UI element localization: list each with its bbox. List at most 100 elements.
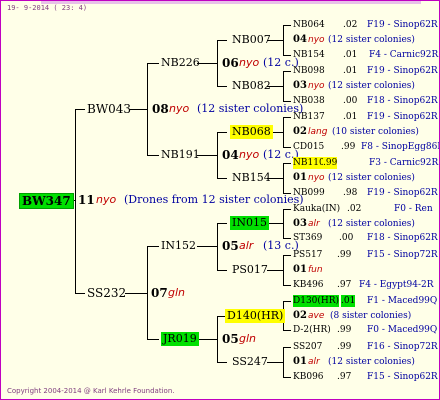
g4-row-val: .00 bbox=[339, 233, 354, 243]
node-nb068[interactable]: NB068 bbox=[230, 125, 273, 139]
connector bbox=[217, 40, 227, 41]
connector bbox=[283, 163, 291, 164]
g4-row-mark: nyo bbox=[308, 81, 325, 91]
g4-row-val: .01 bbox=[343, 66, 358, 76]
connector bbox=[283, 301, 291, 302]
g4-row-id[interactable]: Kauka(IN) bbox=[293, 203, 340, 215]
g4-row-mark: ave bbox=[308, 311, 325, 321]
node-d140hr[interactable]: D140(HR) bbox=[225, 309, 286, 323]
node-in152[interactable]: IN152 bbox=[161, 239, 196, 253]
in152-generation: 05 bbox=[222, 239, 239, 253]
g4-row-val: .98 bbox=[343, 188, 358, 198]
g4-row-note: (12 sister colonies) bbox=[328, 357, 415, 367]
g4-row-id[interactable]: NB038 bbox=[293, 95, 325, 107]
g4-row-gen: 03 bbox=[293, 80, 307, 91]
g4-row-val: .01 bbox=[343, 50, 358, 60]
g4-row-id[interactable]: NB098 bbox=[293, 65, 325, 77]
g4-row-note: (10 sister colonies) bbox=[332, 127, 419, 137]
g4-row-pid: F19 - Sinop62R bbox=[367, 66, 438, 76]
connector bbox=[283, 209, 284, 238]
g4-row-gen: 03 bbox=[293, 218, 307, 229]
connector bbox=[217, 86, 227, 87]
connector bbox=[197, 63, 217, 64]
nb191-generation: 04 bbox=[222, 148, 239, 162]
g4-row-id[interactable]: KB096 bbox=[293, 371, 324, 383]
connector bbox=[267, 362, 283, 363]
g4-row-val: .99 bbox=[337, 325, 352, 335]
connector bbox=[197, 339, 217, 340]
g4-row-id[interactable]: NB110 bbox=[293, 157, 325, 169]
connector bbox=[217, 132, 227, 133]
node-bw043[interactable]: BW043 bbox=[87, 102, 131, 116]
g4-row-pid: F16 - Sinop72R bbox=[367, 342, 438, 352]
node-nb082[interactable]: NB082 bbox=[232, 79, 271, 93]
g4-row-val: .97 bbox=[337, 372, 352, 382]
g4-row-note: (12 sister colonies) bbox=[328, 35, 415, 45]
nb226-generation: 06 bbox=[222, 56, 239, 70]
node-nb007[interactable]: NB007 bbox=[232, 33, 271, 47]
g4-row-pid: F8 - SinopEgg86R bbox=[361, 142, 440, 152]
g4-row-pid: F0 - Ren bbox=[394, 204, 433, 214]
g4-row-pid: F19 - Sinop62R bbox=[367, 20, 438, 30]
connector bbox=[283, 209, 291, 210]
node-jr019[interactable]: JR019 bbox=[161, 332, 199, 346]
g4-row-pid: F19 - Sinop62R bbox=[367, 188, 438, 198]
g4-row-id[interactable]: CD015 bbox=[293, 141, 324, 153]
connector bbox=[283, 347, 291, 348]
g4-row-gen: 01 bbox=[293, 356, 307, 367]
g4-row-mark: alr bbox=[308, 219, 320, 229]
g4-row-id[interactable]: NB154 bbox=[293, 49, 325, 61]
g4-row-id[interactable]: D130(HR) bbox=[293, 295, 340, 307]
g4-row-gen: 01 bbox=[293, 172, 307, 183]
connector bbox=[217, 362, 227, 363]
node-nb154[interactable]: NB154 bbox=[232, 171, 271, 185]
g4-row-pid: F15 - Sinop62R bbox=[367, 372, 438, 382]
connector bbox=[283, 117, 291, 118]
ss232-generation: 07 bbox=[151, 286, 168, 300]
g4-row-pid: F19 - Sinop62R bbox=[367, 112, 438, 122]
node-ps017[interactable]: PS017 bbox=[232, 263, 268, 277]
node-nb226[interactable]: NB226 bbox=[161, 56, 200, 70]
g4-row-id[interactable]: PS517 bbox=[293, 249, 322, 261]
connector bbox=[283, 71, 284, 101]
connector bbox=[283, 25, 284, 55]
connector bbox=[283, 71, 291, 72]
g4-row-val: .99 bbox=[337, 250, 352, 260]
connector bbox=[129, 109, 147, 110]
g4-row-id[interactable]: SS207 bbox=[293, 341, 322, 353]
connector bbox=[147, 339, 159, 340]
g4-row-note: (12 sister colonies) bbox=[328, 173, 415, 183]
g4-row-gen: 02 bbox=[293, 126, 307, 137]
node-nb191[interactable]: NB191 bbox=[161, 148, 200, 162]
connector bbox=[283, 163, 284, 193]
g4-row-id[interactable]: KB496 bbox=[293, 279, 324, 291]
g4-row-id[interactable]: NB137 bbox=[293, 111, 325, 123]
node-ss232[interactable]: SS232 bbox=[87, 286, 126, 300]
bw043-note: (12 sister colonies) bbox=[197, 102, 304, 115]
g4-row-mark: lang bbox=[308, 127, 328, 137]
g4-row-note: (12 sister colonies) bbox=[328, 219, 415, 229]
connector bbox=[283, 377, 291, 378]
root-node[interactable]: BW347 bbox=[19, 193, 74, 209]
nb226-mark: nyo bbox=[239, 56, 260, 69]
g4-row-val: .02 bbox=[347, 204, 362, 214]
g4-row-id[interactable]: ST369 bbox=[293, 232, 322, 244]
node-ss247[interactable]: SS247 bbox=[232, 355, 268, 369]
connector bbox=[147, 63, 148, 155]
g4-row-id[interactable]: NB099 bbox=[293, 187, 325, 199]
connector bbox=[197, 155, 217, 156]
g4-row-id[interactable]: D-2(HR) bbox=[293, 324, 331, 336]
g4-row-pid: F1 - Maced99Q bbox=[367, 296, 438, 306]
connector bbox=[283, 25, 291, 26]
g4-row-pid: F4 - Egypt94-2R bbox=[359, 280, 434, 290]
pedigree-frame: 19- 9-2014 ( 23: 4) BW347 11 nyo (Drones… bbox=[0, 0, 440, 400]
g4-row-id[interactable]: NB064 bbox=[293, 19, 325, 31]
g4-row-mark: alr bbox=[308, 357, 320, 367]
node-in015[interactable]: IN015 bbox=[230, 216, 269, 230]
connector bbox=[75, 293, 85, 294]
connector bbox=[283, 255, 291, 256]
g4-row-val: .97 bbox=[337, 280, 352, 290]
g4-row-note: (12 sister colonies) bbox=[328, 81, 415, 91]
connector bbox=[283, 285, 291, 286]
g4-row-pid: F18 - Sinop62R bbox=[367, 96, 438, 106]
